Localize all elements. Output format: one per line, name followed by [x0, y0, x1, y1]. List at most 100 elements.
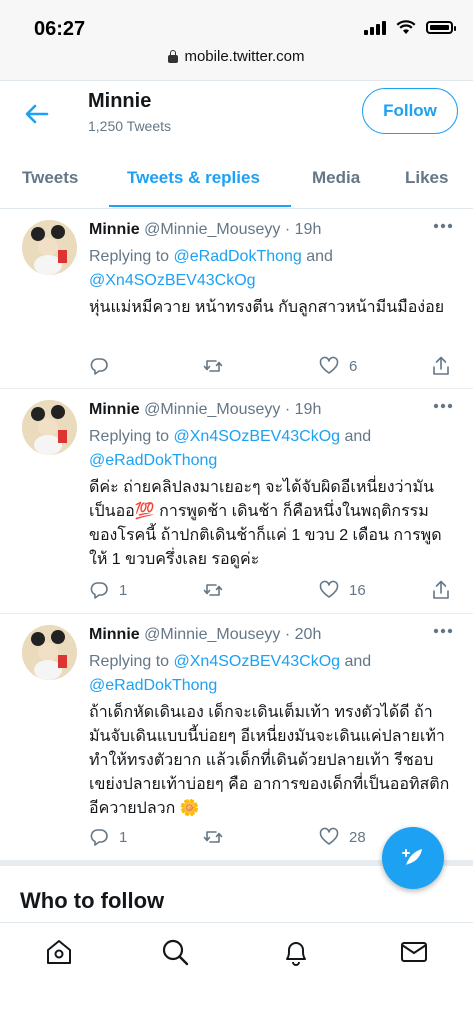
avatar[interactable]: [22, 220, 77, 275]
tweet-author-handle: @Minnie_Mouseyy: [144, 626, 281, 643]
replying-to: Replying to @Xn4SOzBEV43CkOg and @eRadDo…: [89, 650, 449, 698]
like-button[interactable]: 6: [319, 354, 357, 378]
avatar-image: [22, 625, 77, 680]
tweet-text: ถ้าเด็กหัดเดินเอง เด็กจะเดินเต็มเท้า ทรง…: [89, 704, 450, 817]
tweet-header: Minnie @Minnie_Mouseyy · 19h: [89, 221, 321, 239]
reply-button[interactable]: [89, 354, 119, 378]
bell-icon: [286, 942, 306, 966]
replying-and: and: [340, 428, 372, 445]
heart-icon: [319, 580, 339, 598]
bottom-navigation: [0, 922, 473, 1025]
retweet-icon: [203, 831, 223, 843]
follow-button[interactable]: Follow: [362, 88, 458, 134]
reply-icon: [90, 829, 108, 846]
retweet-button[interactable]: [203, 825, 223, 849]
mail-icon: [401, 942, 427, 962]
mention-link[interactable]: @Xn4SOzBEV43CkOg: [174, 653, 341, 670]
more-options-icon[interactable]: [433, 626, 453, 636]
mention-link[interactable]: @Xn4SOzBEV43CkOg: [89, 272, 256, 289]
tweet-author-name[interactable]: Minnie: [89, 626, 140, 643]
retweet-button[interactable]: [203, 578, 223, 602]
reply-icon: [90, 358, 108, 375]
tab-media[interactable]: Media: [312, 168, 360, 188]
retweet-icon: [203, 584, 223, 596]
mention-link[interactable]: @Xn4SOzBEV43CkOg: [174, 428, 341, 445]
tweet-time[interactable]: 19h: [295, 401, 322, 418]
avatar[interactable]: [22, 625, 77, 680]
tweet-author-handle: @Minnie_Mouseyy: [144, 221, 281, 238]
like-count: 16: [349, 581, 366, 599]
profile-name: Minnie: [88, 90, 152, 112]
nav-home[interactable]: [44, 937, 74, 967]
replying-to-label: Replying to: [89, 653, 174, 670]
heart-icon: [319, 827, 339, 845]
tweet-text: ดีค่ะ ถ่ายคลิปลงมาเยอะๆ จะได้จับผิดอีเหน…: [89, 479, 442, 568]
browser-status-bar: 06:27 mobile.twitter.com: [0, 0, 473, 80]
tweet-count: 1,250 Tweets: [88, 118, 172, 134]
more-options-icon[interactable]: [433, 401, 453, 411]
url-text: mobile.twitter.com: [184, 48, 305, 65]
tweet[interactable]: Minnie @Minnie_Mouseyy · 19h Replying to…: [0, 208, 473, 389]
tweet-header: Minnie @Minnie_Mouseyy · 19h: [89, 401, 321, 419]
tab-tweets-and-replies[interactable]: Tweets & replies: [127, 168, 260, 188]
tweet-actions: 1 16: [89, 578, 459, 602]
who-to-follow-title: Who to follow: [20, 888, 165, 913]
search-icon: [162, 939, 189, 966]
separator-dot: ·: [284, 401, 291, 418]
replying-and: and: [340, 653, 372, 670]
avatar-image: [22, 220, 77, 275]
mention-link[interactable]: @eRadDokThong: [174, 248, 302, 265]
share-button[interactable]: [431, 578, 451, 602]
back-button[interactable]: [22, 99, 52, 129]
tweet-time[interactable]: 19h: [295, 221, 322, 238]
like-count: 6: [349, 357, 358, 375]
replying-to-label: Replying to: [89, 248, 174, 265]
tweet-actions: 6: [89, 354, 459, 378]
mention-link[interactable]: @eRadDokThong: [89, 677, 217, 694]
tab-likes[interactable]: Likes: [405, 168, 448, 188]
reply-count: 1: [119, 828, 128, 846]
share-icon: [433, 580, 449, 599]
heart-icon: [319, 356, 339, 374]
avatar-image: [22, 400, 77, 455]
tweet[interactable]: Minnie @Minnie_Mouseyy · 20h Replying to…: [0, 613, 473, 860]
battery-icon: [426, 21, 456, 34]
like-button[interactable]: 16: [319, 578, 366, 602]
replying-to: Replying to @Xn4SOzBEV43CkOg and @eRadDo…: [89, 425, 449, 473]
nav-search[interactable]: [160, 937, 190, 967]
tweet-author-name[interactable]: Minnie: [89, 401, 140, 418]
lock-icon: [168, 49, 179, 63]
cellular-signal-icon: [364, 20, 386, 35]
reply-count: 1: [119, 581, 128, 599]
wifi-icon: [396, 20, 416, 34]
status-time: 06:27: [34, 18, 86, 40]
share-icon: [433, 356, 449, 375]
tweet-time[interactable]: 20h: [295, 626, 322, 643]
like-button[interactable]: 28: [319, 825, 366, 849]
tweet-author-name[interactable]: Minnie: [89, 221, 140, 238]
tweet-text: หุ่นแม่หมีควาย หน้าทรงตีน กับลูกสาวหน้าม…: [89, 299, 445, 316]
nav-notifications[interactable]: [281, 937, 311, 967]
address-bar[interactable]: mobile.twitter.com: [0, 48, 473, 65]
compose-tweet-button[interactable]: [382, 827, 444, 889]
mention-link[interactable]: @eRadDokThong: [89, 452, 217, 469]
system-icons: [364, 20, 456, 35]
home-icon: [47, 940, 71, 964]
reply-button[interactable]: 1: [89, 825, 127, 849]
nav-messages[interactable]: [399, 937, 429, 967]
share-button[interactable]: [431, 354, 451, 378]
reply-button[interactable]: 1: [89, 578, 127, 602]
more-options-icon[interactable]: [433, 221, 453, 231]
separator-dot: ·: [284, 221, 291, 238]
avatar[interactable]: [22, 400, 77, 455]
compose-feather-icon: [402, 849, 422, 865]
reply-icon: [90, 582, 108, 599]
replying-to: Replying to @eRadDokThong and @Xn4SOzBEV…: [89, 245, 449, 293]
profile-tabs: Tweets Tweets & replies Media Likes: [0, 148, 473, 209]
back-arrow-icon: [25, 104, 49, 124]
replying-and: and: [301, 248, 333, 265]
tweet[interactable]: Minnie @Minnie_Mouseyy · 19h Replying to…: [0, 388, 473, 614]
retweet-button[interactable]: [203, 354, 223, 378]
like-count: 28: [349, 828, 366, 846]
tab-tweets[interactable]: Tweets: [22, 168, 78, 188]
